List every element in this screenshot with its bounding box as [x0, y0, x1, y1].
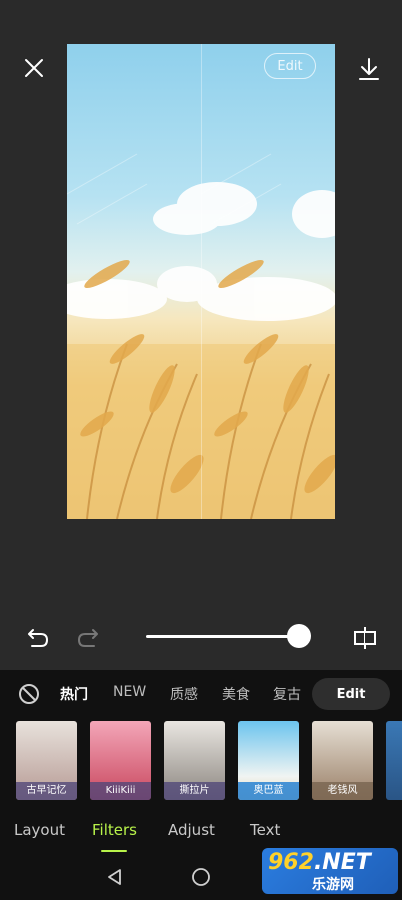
photo-canvas[interactable]: Edit	[67, 44, 335, 519]
redo-icon[interactable]	[74, 624, 102, 652]
tab-adjust[interactable]: Adjust	[168, 821, 215, 839]
filter-category-row: 热门 NEW 质感 美食 复古 Edit	[0, 670, 402, 718]
category-hot[interactable]: 热门	[60, 684, 88, 704]
watermark-subtext: 乐游网	[312, 877, 354, 893]
back-icon[interactable]	[104, 866, 126, 888]
canvas-edit-button[interactable]: Edit	[264, 53, 316, 79]
filter-thumbnail[interactable]: KiiiKiii	[90, 721, 151, 800]
compare-split-line[interactable]	[201, 44, 202, 519]
site-watermark-logo: 962.NET 乐游网	[262, 848, 398, 894]
category-texture[interactable]: 质感	[170, 684, 198, 704]
filter-label: 撕拉片	[164, 782, 225, 800]
filter-label: 古早记忆	[16, 782, 77, 800]
no-filter-icon[interactable]	[16, 681, 42, 707]
filter-thumbnail[interactable]: 老钱风	[312, 721, 373, 800]
home-icon[interactable]	[190, 866, 212, 888]
tab-text[interactable]: Text	[250, 821, 280, 839]
undo-icon[interactable]	[24, 624, 52, 652]
category-new[interactable]: NEW	[113, 684, 146, 700]
filter-preview-image	[386, 721, 402, 800]
intensity-slider-thumb[interactable]	[287, 624, 311, 648]
edit-filters-button[interactable]: Edit	[312, 678, 390, 710]
filter-thumbnail[interactable]: 撕拉片	[164, 721, 225, 800]
download-icon[interactable]	[352, 52, 386, 86]
filter-label: KiiiKiii	[90, 782, 151, 800]
active-tab-indicator	[101, 850, 127, 852]
filter-label: 奥巴蓝	[238, 782, 299, 800]
watermark-logo-text: 962.NET	[268, 850, 371, 875]
compare-icon[interactable]	[350, 624, 380, 652]
tab-filters[interactable]: Filters	[92, 821, 137, 839]
intensity-slider-track[interactable]	[146, 635, 298, 638]
category-food[interactable]: 美食	[222, 684, 250, 704]
category-retro[interactable]: 复古	[273, 684, 301, 704]
filter-thumbnails: 古早记忆 KiiiKiii 撕拉片 奥巴蓝 老钱风	[0, 721, 402, 801]
tab-layout[interactable]: Layout	[14, 821, 65, 839]
filter-thumbnail[interactable]: 奥巴蓝	[238, 721, 299, 800]
editor-controls	[0, 612, 402, 664]
filter-thumbnail[interactable]	[386, 721, 402, 800]
filter-label: 老钱风	[312, 782, 373, 800]
filter-thumbnail[interactable]: 古早记忆	[16, 721, 77, 800]
close-icon[interactable]	[18, 52, 50, 84]
